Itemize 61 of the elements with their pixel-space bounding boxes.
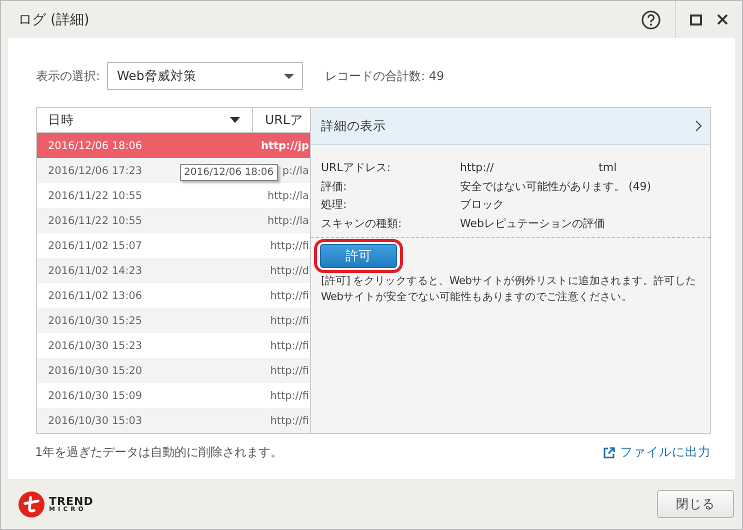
date-cell: 2016/10/30 15:20 [48, 364, 142, 376]
export-icon [603, 446, 615, 458]
url-cell: http://la [267, 214, 309, 226]
logo-icon [18, 490, 45, 518]
export-link[interactable]: ファイルに出力 [603, 444, 711, 461]
retention-note: 1年を過ぎたデータは自動的に削除されます。 [35, 444, 283, 461]
sort-icon [230, 117, 240, 123]
url-cell: http://la [267, 190, 309, 202]
url-cell: http://fi [270, 314, 309, 326]
log-row[interactable]: 2016/10/30 15:20 http://fi [37, 358, 310, 383]
details-header[interactable]: 詳細の表示 [311, 108, 710, 145]
column-header[interactable]: URLア [253, 108, 310, 132]
date-cell: 2016/11/02 13:06 [48, 290, 142, 302]
maximize-icon[interactable] [690, 14, 702, 26]
field-value: Webレピュテーションの評価 [460, 216, 605, 232]
logo-text: TREND [49, 496, 94, 506]
log-row[interactable]: 2016/12/06 18:06 http://jp [37, 133, 310, 158]
close-button[interactable]: 閉じる [657, 490, 734, 518]
date-cell: 2016/10/30 15:25 [48, 314, 142, 326]
close-icon[interactable] [717, 14, 728, 25]
date-cell: 2016/10/30 15:23 [48, 340, 142, 352]
help-icon[interactable] [641, 10, 661, 30]
column-header[interactable]: 日時 [37, 108, 253, 132]
url-cell: http://fi [270, 390, 309, 402]
date-cell: 2016/10/30 15:09 [48, 390, 142, 402]
allow-note: [許可] をクリックすると、Webサイトが例外リストに追加されます。許可したWebサイトが安全でない可能性もありますのでご注意ください。 [321, 274, 698, 305]
field-value: 安全ではない可能性があります。 (49) [460, 178, 652, 194]
log-row[interactable]: 2016/11/02 14:23 http://d [37, 258, 310, 283]
date-cell: 2016/11/22 10:55 [48, 190, 142, 202]
field-value: ブロック [460, 197, 504, 213]
date-cell: 2016/11/02 15:07 [48, 240, 142, 252]
caret-icon [284, 74, 294, 78]
field-label: URLアドレス: [321, 160, 392, 176]
field-label: 評価: [321, 178, 348, 194]
tooltip: 2016/12/06 18:06 [180, 164, 278, 181]
url-cell: http://fi [270, 290, 309, 302]
date-cell: 2016/10/30 15:03 [48, 414, 142, 426]
url-cell: http://d [270, 264, 309, 276]
filter-label: 表示の選択: [36, 68, 100, 84]
url-cell: p://la [282, 164, 309, 176]
chevron-icon[interactable] [695, 120, 702, 132]
url-cell: http://fi [270, 414, 309, 426]
log-row[interactable]: 2016/10/30 15:25 http://fi [37, 308, 310, 333]
allow-button[interactable]: 許可 [320, 244, 397, 268]
window-title: ログ (詳細) [18, 10, 90, 28]
field-label: 処理: [321, 197, 348, 213]
log-row[interactable]: 2016/10/30 15:03 http://fi [37, 408, 310, 433]
view-dropdown[interactable]: Web脅威対策 [107, 62, 304, 90]
field-value: http:// tml [460, 160, 617, 176]
date-cell: 2016/11/02 14:23 [48, 264, 142, 276]
date-cell: 2016/12/06 17:23 [48, 164, 142, 176]
url-cell: http://fi [270, 340, 309, 352]
details-title: 詳細の表示 [321, 118, 386, 134]
date-cell: 2016/12/06 18:06 [48, 140, 142, 152]
field-label: スキャンの種類: [321, 216, 403, 232]
url-cell: http://fi [270, 364, 309, 376]
log-row[interactable]: 2016/11/22 10:55 http://la [37, 208, 310, 233]
url-cell: http://jp [260, 140, 309, 152]
date-cell: 2016/11/22 10:55 [48, 214, 142, 226]
url-cell: http://fi [270, 240, 309, 252]
record-count: レコードの合計数: 49 [325, 68, 444, 84]
